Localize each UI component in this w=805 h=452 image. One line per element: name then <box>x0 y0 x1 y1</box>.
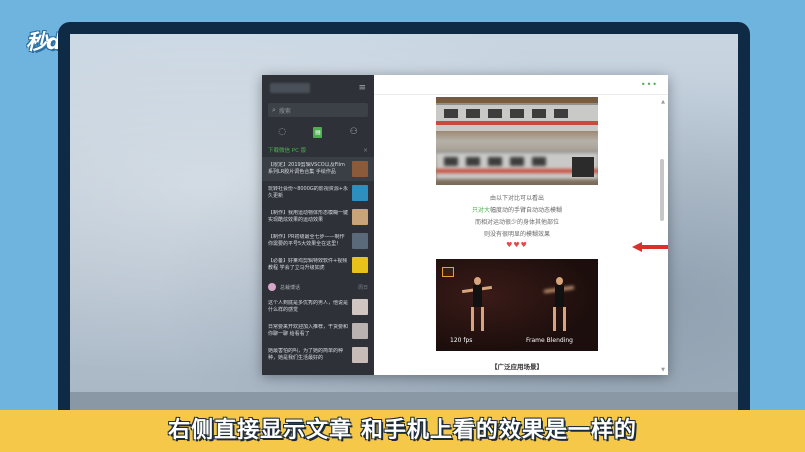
subscription-icon[interactable]: ▤ <box>313 126 323 138</box>
feed-item-thumbnail <box>352 161 368 177</box>
dancer-left <box>461 277 493 333</box>
scrollbar[interactable] <box>660 159 664 221</box>
close-icon[interactable]: × <box>363 147 368 154</box>
image-badge <box>572 157 594 177</box>
article-line-2-text: 幅度动的手臂自动动态模糊 <box>490 207 563 214</box>
avatar <box>268 283 276 291</box>
dance-right-label: Frame Blending <box>526 337 573 344</box>
feed-section-title[interactable]: 下载微信 PC 版 <box>268 146 306 154</box>
article-line-4: 则没有很明显的模糊效果 <box>483 231 550 238</box>
article-line-1: 由以下对比可以看出 <box>489 195 544 202</box>
blurred-account-name <box>270 83 310 93</box>
chat-item-text: 日常要来开欢迎加入推荐，干货要和你聊一聊 给看看了 <box>268 324 349 337</box>
dance-left-label: 120 fps <box>450 337 473 344</box>
feed-item[interactable]: 玩转社会份~8000G的影视资源+永久更新 <box>262 181 374 205</box>
sidebar-header: ≡ <box>262 75 374 103</box>
red-arrow-icon <box>632 242 668 252</box>
wechat-sidebar: ≡ ⌕ 搜索 ◌ ▤ ⚇ 下载微信 PC 版 × 【限定】2019剪辑VSCO以… <box>262 75 374 375</box>
chat-item-text: 她最害怕的叫，为了她的简单的种种，她是我们生活最好的 <box>268 348 344 361</box>
chat-item[interactable]: 这个人到底是多优秀的男人，他说是什么样的感觉 <box>262 295 374 319</box>
feed-item-title: 【制作】我用运动物体形态模糊一键实现酷炫效果的运动效果 <box>268 210 349 223</box>
article-line-2: 只对大幅度动的手臂自动动态模糊 <box>414 205 620 217</box>
feed-item[interactable]: 【制作】PR初级最全七步——制作你需要的平号5大效果全在这里！ <box>262 229 374 253</box>
chat-avatar <box>352 299 368 315</box>
chat-bubble-icon[interactable]: ◌ <box>273 125 291 139</box>
heart-icons: ♥♥♥ <box>506 241 528 249</box>
sidebar-tabs: ◌ ▤ ⚇ <box>262 121 374 143</box>
chat-item[interactable]: 她最害怕的叫，为了她的简单的种种，她是我们生活最好的 <box>262 343 374 367</box>
search-icon: ⌕ <box>272 105 276 114</box>
feed-list: 【限定】2019剪辑VSCO以及Film系列LR胶片调色合集 手绘作品 玩转社会份… <box>262 157 374 277</box>
chat-list: 这个人到底是多优秀的男人，他说是什么样的感觉 日常要来开欢迎加入推荐，干货要和你聊… <box>262 295 374 367</box>
chat-section-time: 周日 <box>357 284 368 291</box>
video-subtitle: 右侧直接显示文章 和手机上看的效果是一样的 <box>168 418 637 443</box>
more-icon[interactable]: ••• <box>641 80 658 89</box>
feed-item[interactable]: 【必备】好莱坞剪辑特效软件+视频教程 学会了立马升级如虎 <box>262 253 374 277</box>
contacts-icon[interactable]: ⚇ <box>345 125 363 139</box>
chat-item-text: 这个人到底是多优秀的男人，他说是什么样的感觉 <box>268 300 349 313</box>
search-input[interactable]: ⌕ 搜索 <box>268 103 368 117</box>
feed-item-thumbnail <box>352 185 368 201</box>
article-toolbar: ••• <box>374 75 668 95</box>
feed-item-thumbnail <box>352 209 368 225</box>
chat-item[interactable]: 日常要来开欢迎加入推荐，干货要和你聊一聊 给看看了 <box>262 319 374 343</box>
feed-section-header: 下载微信 PC 版 × <box>262 143 374 157</box>
section-title: 【广泛应用场景】 <box>491 363 543 371</box>
screen-bottom-strip <box>70 392 738 410</box>
chat-section-title: 总裁博话 <box>280 284 301 291</box>
feed-item-title: 【限定】2019剪辑VSCO以及Film系列LR胶片调色合集 手绘作品 <box>268 162 345 175</box>
scroll-down-icon[interactable]: ▼ <box>661 367 665 373</box>
article-line-3: 而相对运动很少的身体其他部位 <box>474 219 559 226</box>
chat-avatar <box>352 347 368 363</box>
image-badge <box>442 267 454 277</box>
feed-item-title: 【必备】好莱坞剪辑特效软件+视频教程 学会了立马升级如虎 <box>268 258 348 271</box>
article-highlight: 只对大 <box>471 207 490 214</box>
chat-avatar <box>352 323 368 339</box>
search-placeholder: 搜索 <box>278 107 291 115</box>
scroll-up-icon[interactable]: ▲ <box>661 99 665 105</box>
chat-section-header[interactable]: 总裁博话 周日 <box>262 279 374 295</box>
wechat-window: ≡ ⌕ 搜索 ◌ ▤ ⚇ 下载微信 PC 版 × 【限定】2019剪辑VSCO以… <box>262 75 668 375</box>
train-sharp <box>436 103 598 131</box>
feed-item-thumbnail <box>352 257 368 273</box>
feed-item-thumbnail <box>352 233 368 249</box>
article-pane: ••• ▲ ▼ 由以下对比可以看出 只对大幅度动的手臂自动动态模糊 而相对运动很… <box>374 75 668 375</box>
train-image <box>436 97 598 185</box>
dancer-right <box>543 277 575 333</box>
menu-icon[interactable]: ≡ <box>358 83 366 93</box>
feed-item[interactable]: 【制作】我用运动物体形态模糊一键实现酷炫效果的运动效果 <box>262 205 374 229</box>
feed-item-title: 玩转社会份~8000G的影视资源+永久更新 <box>268 186 348 199</box>
feed-item[interactable]: 【限定】2019剪辑VSCO以及Film系列LR胶片调色合集 手绘作品 <box>262 157 374 181</box>
dance-comparison-image: 120 fps Frame Blending <box>436 259 598 351</box>
feed-item-title: 【制作】PR初级最全七步——制作你需要的平号5大效果全在这里！ <box>268 234 345 247</box>
